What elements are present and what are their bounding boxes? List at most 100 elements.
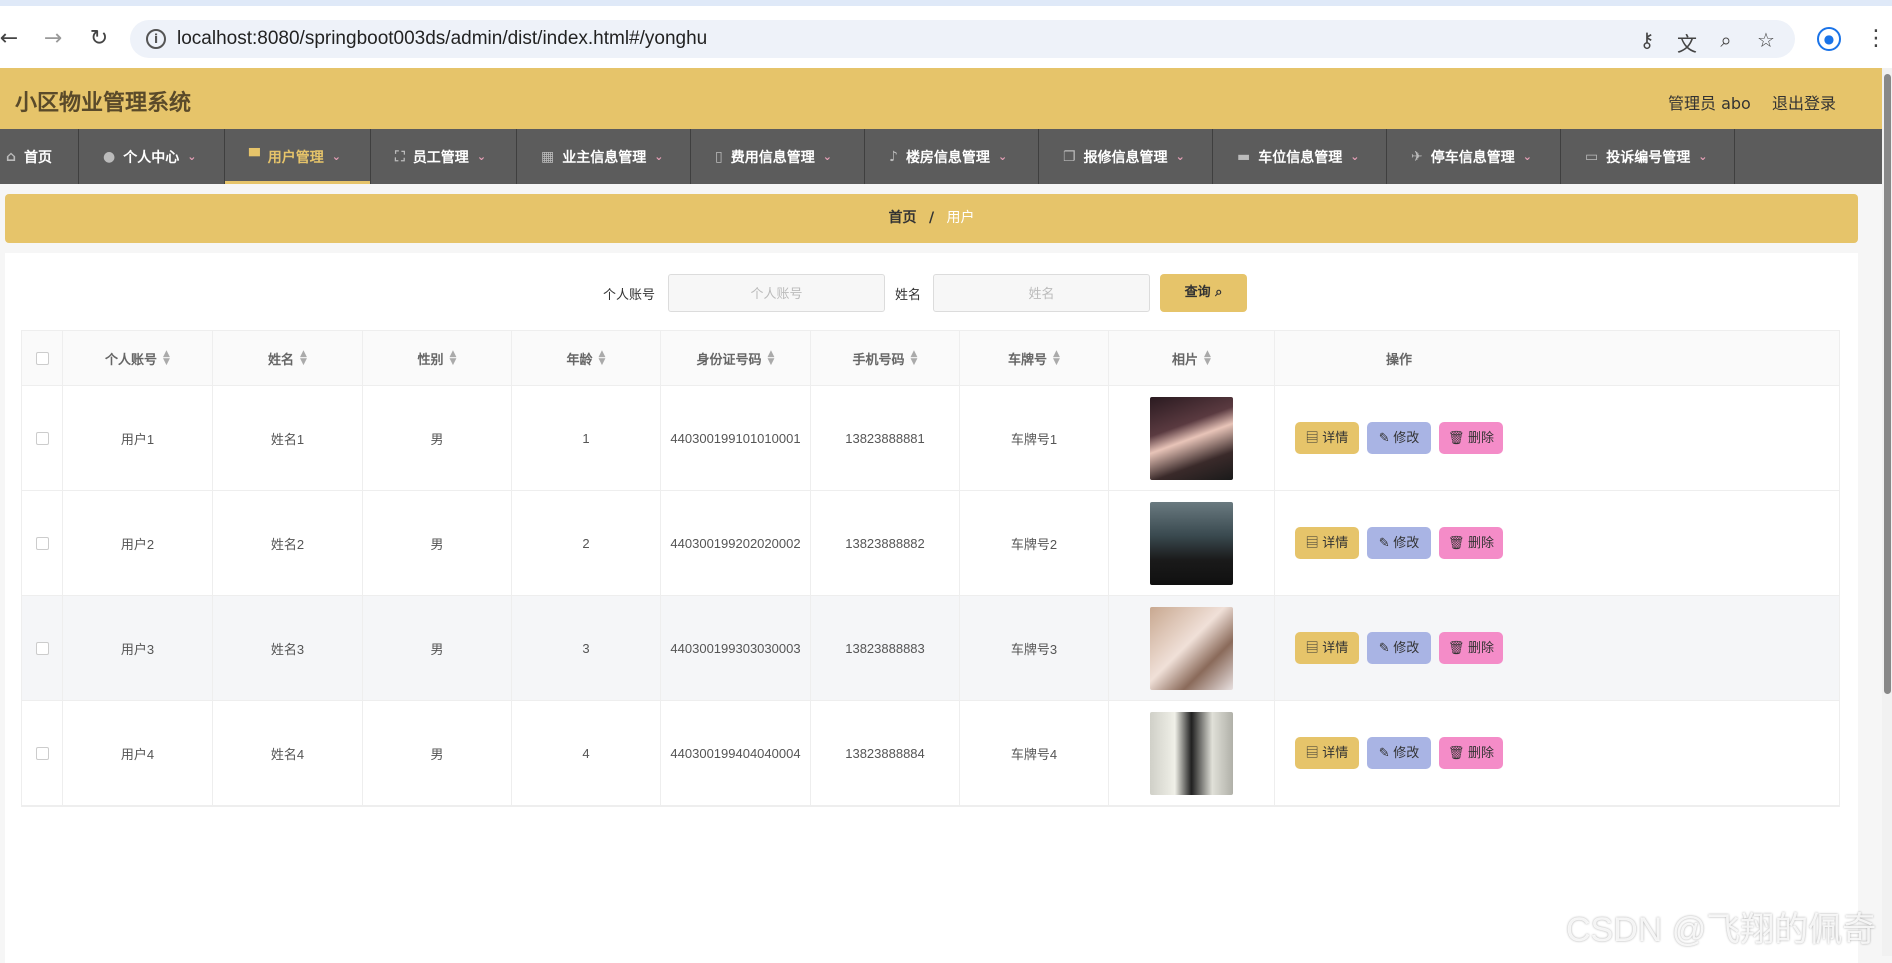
- translate-icon[interactable]: 文: [1675, 28, 1699, 57]
- delete-button[interactable]: 🗑 删除: [1439, 737, 1503, 769]
- column-label: 个人账号: [105, 352, 158, 368]
- menu-item-profile[interactable]: ● 个人中心 ⌄: [79, 129, 225, 184]
- edit-button[interactable]: ✎ 修改: [1367, 422, 1431, 454]
- trash-icon: 🗑: [1447, 640, 1469, 655]
- row-checkbox[interactable]: [35, 641, 49, 655]
- delete-button[interactable]: 🗑 删除: [1439, 527, 1503, 559]
- user-photo[interactable]: [1150, 606, 1233, 690]
- column-header[interactable]: 性别 ▲ ▼: [363, 331, 512, 385]
- menu-item-fees[interactable]: ▯ 费用信息管理 ⌄: [691, 129, 865, 184]
- menu-label: 投诉编号管理: [1606, 149, 1691, 166]
- edit-button[interactable]: ✎ 修改: [1367, 527, 1431, 559]
- menu-item-users[interactable]: ▀ 用户管理 ⌄: [225, 129, 371, 184]
- copy-icon: ❐: [1063, 148, 1076, 165]
- column-header[interactable]: 相片 ▲ ▼: [1109, 331, 1275, 385]
- edit-button[interactable]: ✎ 修改: [1367, 737, 1431, 769]
- menu-item-staff[interactable]: ⛶ 员工管理 ⌄: [371, 129, 517, 184]
- name-input[interactable]: [933, 274, 1150, 312]
- user-photo[interactable]: [1150, 711, 1233, 795]
- menu-item-parking[interactable]: ✈ 停车信息管理 ⌄: [1387, 129, 1561, 184]
- browser-toolbar: ← → ↻ i localhost:8080/springboot003ds/a…: [0, 0, 1892, 68]
- delete-button[interactable]: 🗑 删除: [1439, 632, 1503, 664]
- sort-icon[interactable]: ▲ ▼: [163, 350, 170, 367]
- column-header[interactable]: 年龄 ▲ ▼: [512, 331, 661, 385]
- more-icon[interactable]: ⋮: [1865, 26, 1887, 51]
- user-photo[interactable]: [1150, 501, 1233, 585]
- sort-icon[interactable]: ▲ ▼: [300, 350, 307, 367]
- account-input[interactable]: [668, 274, 885, 312]
- query-button[interactable]: 查询 ⌕: [1160, 274, 1247, 312]
- table-row[interactable]: 用户3 姓名3 男 3 440300199303030003 138238888…: [22, 596, 1839, 701]
- detail-button[interactable]: ▤ 详情: [1295, 737, 1359, 769]
- column-header[interactable]: 手机号码 ▲ ▼: [811, 331, 960, 385]
- chevron-down-icon: ⌄: [822, 150, 832, 163]
- menu-item-buildings[interactable]: ♪ 楼房信息管理 ⌄: [865, 129, 1039, 184]
- table-row[interactable]: 用户4 姓名4 男 4 440300199404040004 138238888…: [22, 701, 1839, 806]
- menu-label: 业主信息管理: [562, 149, 647, 166]
- breadcrumb: 首页 / 用户: [5, 194, 1858, 243]
- user-photo[interactable]: [1150, 396, 1233, 480]
- cell-phone: 13823888881: [811, 386, 960, 490]
- menu-item-complaints[interactable]: ▭ 投诉编号管理 ⌄: [1561, 129, 1735, 184]
- sort-icon[interactable]: ▲ ▼: [911, 350, 918, 367]
- row-checkbox[interactable]: [35, 746, 49, 760]
- column-header[interactable]: 车牌号 ▲ ▼: [960, 331, 1109, 385]
- grid-icon: ▦: [541, 148, 555, 165]
- cell-phone: 13823888882: [811, 491, 960, 595]
- url-text[interactable]: localhost:8080/springboot003ds/admin/dis…: [177, 28, 707, 50]
- mobile-icon: ▯: [715, 148, 723, 165]
- menu-item-home[interactable]: ⌂ 首页: [0, 129, 79, 184]
- menu-label: 停车信息管理: [1430, 149, 1515, 166]
- column-header[interactable]: 身份证号码 ▲ ▼: [661, 331, 811, 385]
- sort-icon[interactable]: ▲ ▼: [599, 350, 606, 367]
- row-checkbox[interactable]: [35, 536, 49, 550]
- column-label: 车牌号: [1008, 352, 1048, 368]
- scrollbar-thumb[interactable]: [1884, 74, 1891, 694]
- logout-link[interactable]: 退出登录: [1772, 90, 1836, 114]
- cell-account: 用户2: [63, 491, 213, 595]
- delete-button[interactable]: 🗑 删除: [1439, 422, 1503, 454]
- row-checkbox[interactable]: [35, 431, 49, 445]
- select-all-checkbox[interactable]: [35, 351, 49, 365]
- menu-item-repairs[interactable]: ❐ 报修信息管理 ⌄: [1039, 129, 1213, 184]
- detail-button[interactable]: ▤ 详情: [1295, 632, 1359, 664]
- sort-icon[interactable]: ▲ ▼: [1204, 350, 1211, 367]
- breadcrumb-home[interactable]: 首页: [888, 210, 916, 226]
- cell-account: 用户4: [63, 701, 213, 805]
- site-info-icon[interactable]: i: [146, 29, 166, 49]
- profile-icon[interactable]: ●: [1817, 27, 1841, 51]
- detail-button[interactable]: ▤ 详情: [1295, 422, 1359, 454]
- table-row[interactable]: 用户2 姓名2 男 2 440300199202020002 138238888…: [22, 491, 1839, 596]
- key-icon[interactable]: ⚷: [1635, 28, 1659, 52]
- reload-icon[interactable]: ↻: [86, 26, 112, 52]
- sort-icon[interactable]: ▲ ▼: [450, 350, 457, 367]
- account-label: 个人账号: [603, 288, 656, 303]
- column-label: 手机号码: [852, 352, 905, 368]
- sort-icon[interactable]: ▲ ▼: [768, 350, 775, 367]
- menu-item-owners[interactable]: ▦ 业主信息管理 ⌄: [517, 129, 691, 184]
- menu-item-parking-spaces[interactable]: ▬ 车位信息管理 ⌄: [1213, 129, 1387, 184]
- cell-id-number: 440300199101010001: [661, 386, 811, 490]
- forward-icon[interactable]: →: [40, 26, 66, 52]
- sort-icon[interactable]: ▲ ▼: [1053, 350, 1060, 367]
- cell-name: 姓名2: [213, 491, 363, 595]
- address-bar[interactable]: i localhost:8080/springboot003ds/admin/d…: [130, 20, 1795, 58]
- zoom-icon[interactable]: ⌕: [1714, 28, 1738, 52]
- name-label: 姓名: [895, 288, 922, 303]
- document-icon: ▤: [1305, 535, 1323, 550]
- detail-button[interactable]: ▤ 详情: [1295, 527, 1359, 559]
- column-header[interactable]: 姓名 ▲ ▼: [213, 331, 363, 385]
- menu-label: 楼房信息管理: [905, 149, 990, 166]
- microphone-icon: ♪: [889, 148, 898, 165]
- column-label: 年龄: [566, 352, 593, 368]
- tab-strip: [0, 0, 1892, 6]
- app-title: 小区物业管理系统: [15, 91, 192, 116]
- table-row[interactable]: 用户1 姓名1 男 1 440300199101010001 138238888…: [22, 386, 1839, 491]
- star-icon[interactable]: ☆: [1754, 28, 1778, 52]
- edit-button[interactable]: ✎ 修改: [1367, 632, 1431, 664]
- menu-label: 员工管理: [412, 149, 469, 166]
- back-icon[interactable]: ←: [0, 26, 22, 52]
- column-header[interactable]: 个人账号 ▲ ▼: [63, 331, 213, 385]
- breadcrumb-current: 用户: [946, 210, 975, 226]
- cell-gender: 男: [363, 701, 512, 805]
